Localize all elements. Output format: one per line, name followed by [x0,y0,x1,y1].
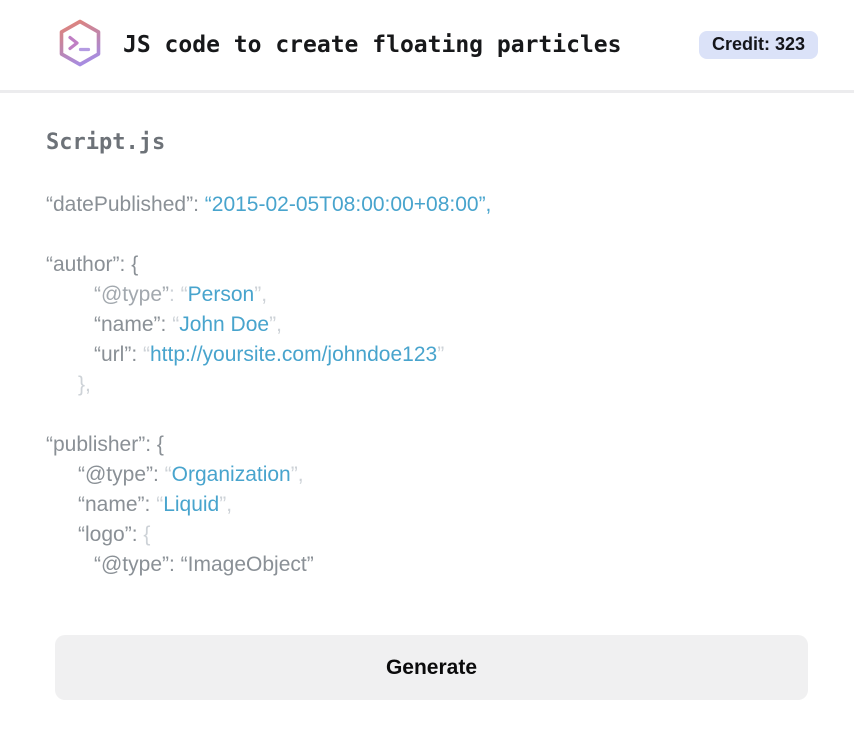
code-line: “url”: “http://yoursite.com/johndoe123” [94,343,445,366]
code-line: “author”: { [46,253,139,276]
code-line: “logo”: { [78,523,151,546]
page-title: JS code to create floating particles [123,32,622,58]
code-block: “datePublished”: “2015-02-05T08:00:00+08… [46,190,808,580]
code-line: “datePublished”: “2015-02-05T08:00:00+08… [46,193,492,216]
code-line: “@type”: “Organization”, [78,463,304,486]
code-line: “name”: “John Doe”, [94,313,282,336]
credit-badge: Credit: 323 [698,31,818,59]
generate-button[interactable]: Generate [55,635,808,700]
code-line: “@type”: “Person”, [94,283,268,306]
file-title: Script.js [46,130,166,155]
code-line: “publisher”: { [46,433,164,456]
main-content: Script.js “datePublished”: “2015-02-05T0… [0,130,854,700]
header: JS code to create floating particles Cre… [0,0,854,93]
code-line: }, [78,373,91,396]
terminal-prompt-hexagon-icon [55,18,105,73]
code-line: “@type”: “ImageObject” [94,553,314,576]
code-line: “name”: “Liquid”, [78,493,233,516]
